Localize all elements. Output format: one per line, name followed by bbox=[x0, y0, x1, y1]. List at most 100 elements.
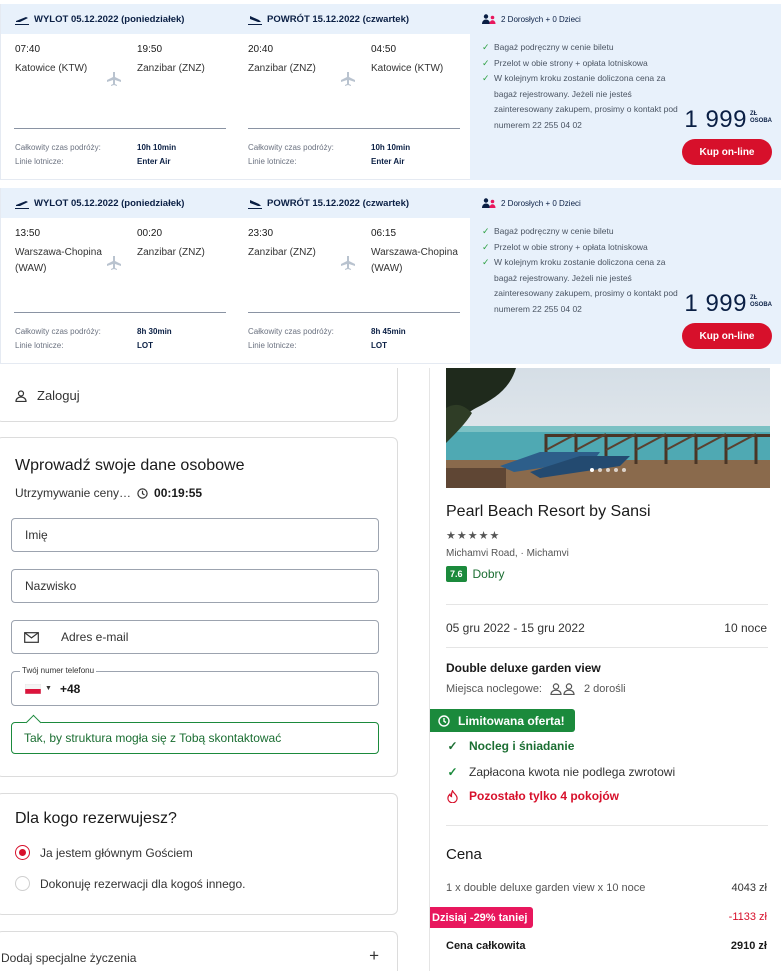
total-time-label: Całkowity czas podróży: bbox=[15, 143, 101, 152]
price-hold: Utrzymywanie ceny… 00:19:55 bbox=[15, 486, 202, 500]
last-name-input[interactable]: Nazwisko bbox=[11, 569, 379, 603]
out-departure-time: 13:50 bbox=[15, 228, 41, 239]
divider bbox=[446, 647, 768, 648]
return-label: POWRÓT 15.12.2022 (czwartek) bbox=[248, 198, 409, 209]
chevron-down-icon[interactable]: ▼ bbox=[45, 685, 52, 692]
out-airline: Enter Air bbox=[137, 157, 171, 166]
flight-offer-card: WYLOT 05.12.2022 (poniedziałek) POWRÓT 1… bbox=[0, 4, 781, 180]
check-icon: ✓ bbox=[482, 257, 490, 267]
room-type: Double deluxe garden view bbox=[446, 661, 601, 675]
login-panel: Zaloguj bbox=[0, 368, 398, 422]
feature-item: ✓ Przelot w obie strony + opłata lotnisko… bbox=[482, 240, 682, 256]
limited-offer-badge: Limitowana oferta! bbox=[430, 709, 575, 732]
hotel-address: Michamvi Road, · Michamvi bbox=[446, 548, 569, 559]
out-arrival-city: Zanzibar (ZNZ) bbox=[137, 247, 205, 258]
feature-item: ✓ W kolejnym kroku zostanie doliczona cen… bbox=[482, 255, 682, 317]
radio-checked-icon[interactable] bbox=[15, 845, 30, 860]
hotel-summary: Pearl Beach Resort by Sansi ★★★★★ Micham… bbox=[429, 368, 781, 971]
feature-list: ✓ Bagaż podręczny w cenie biletu ✓ Przelot… bbox=[482, 40, 682, 133]
price: 1 999 ZŁ OSOBA bbox=[684, 106, 772, 134]
check-icon: ✓ bbox=[447, 765, 458, 779]
email-input[interactable]: Adres e-mail bbox=[11, 620, 379, 654]
price-value: 1 999 bbox=[684, 106, 747, 133]
feature-item: ✓ Przelot w obie strony + opłata lotnisko… bbox=[482, 56, 682, 72]
login-link[interactable]: Zaloguj bbox=[15, 388, 80, 403]
section-title: Dla kogo rezerwujesz? bbox=[15, 810, 177, 827]
feature-item: ✓ Bagaż podręczny w cenie biletu bbox=[482, 224, 682, 240]
booking-for-section: Dla kogo rezerwujesz? Ja jestem głównym … bbox=[0, 793, 398, 915]
outbound-date: WYLOT 05.12.2022 (poniedziałek) bbox=[34, 198, 185, 209]
airline-label: Linie lotnicze: bbox=[15, 341, 64, 350]
stay-nights: 10 noce bbox=[724, 621, 767, 635]
hotel-photo[interactable] bbox=[446, 368, 770, 488]
price-unit: ZŁ OSOBA bbox=[749, 295, 772, 308]
offer-summary: 2 Dorosłych + 0 Dzieci ✓ Bagaż podręczny … bbox=[470, 188, 781, 364]
price: 1 999 ZŁ OSOBA bbox=[684, 290, 772, 318]
personal-data-form: Wprowadź swoje dane osobowe Utrzymywanie… bbox=[0, 437, 398, 777]
plus-icon[interactable]: + bbox=[369, 946, 379, 966]
carousel-dot[interactable] bbox=[598, 468, 602, 472]
occupancy-value: 2 dorośli bbox=[584, 683, 626, 695]
carousel-dot[interactable] bbox=[622, 468, 626, 472]
out-departure-city: Katowice (KTW) bbox=[15, 63, 88, 74]
ret-departure-time: 20:40 bbox=[248, 44, 274, 55]
special-requests-toggle[interactable]: Dodaj specjalne życzenia + bbox=[0, 931, 398, 971]
check-icon: ✓ bbox=[482, 241, 490, 252]
special-requests-label: Dodaj specjalne życzenia bbox=[1, 951, 137, 965]
ret-departure-city: Zanzibar (ZNZ) bbox=[248, 63, 316, 74]
people-icon bbox=[550, 683, 575, 695]
outbound-label: WYLOT 05.12.2022 (poniedziałek) bbox=[15, 198, 184, 209]
ret-airline: LOT bbox=[371, 341, 387, 350]
radio-other-guest[interactable]: Dokonuję rezerwacji dla kogoś innego. bbox=[15, 876, 245, 891]
occupancy-label: Miejsca noclegowe: bbox=[446, 683, 542, 695]
limited-offer-text: Limitowana oferta! bbox=[458, 713, 565, 728]
radio-label: Ja jestem głównym Gościem bbox=[40, 845, 193, 860]
airline-label: Linie lotnicze: bbox=[248, 341, 297, 350]
landing-icon bbox=[248, 15, 262, 25]
outbound-date: WYLOT 05.12.2022 (poniedziałek) bbox=[34, 14, 185, 25]
carousel-dot[interactable] bbox=[614, 468, 618, 472]
plane-icon bbox=[341, 72, 355, 86]
plane-icon bbox=[107, 256, 121, 270]
poland-flag-icon[interactable] bbox=[25, 683, 41, 694]
radio-main-guest[interactable]: Ja jestem głównym Gościem bbox=[15, 845, 193, 860]
takeoff-icon bbox=[15, 16, 29, 25]
envelope-icon bbox=[24, 631, 39, 643]
ret-duration: 8h 45min bbox=[371, 327, 406, 336]
clock-icon bbox=[438, 714, 450, 727]
carousel-dot[interactable] bbox=[606, 468, 610, 472]
buy-online-button[interactable]: Kup on-line bbox=[682, 323, 772, 349]
carousel-dots[interactable] bbox=[590, 468, 626, 472]
ret-arrival-city: Katowice (KTW) bbox=[371, 63, 444, 74]
out-arrival-time: 19:50 bbox=[137, 44, 163, 55]
first-name-input[interactable]: Imię bbox=[11, 518, 379, 552]
hotel-name: Pearl Beach Resort by Sansi bbox=[446, 503, 651, 520]
price-hold-label: Utrzymywanie ceny… bbox=[15, 486, 132, 500]
phone-input[interactable]: Twój numer telefonu ▼ +48 bbox=[11, 666, 379, 706]
total-time-label: Całkowity czas podróży: bbox=[248, 143, 334, 152]
landing-icon bbox=[248, 199, 262, 209]
passengers: 2 Dorosłych + 0 Dzieci bbox=[482, 198, 581, 208]
divider bbox=[248, 312, 460, 313]
total-time-label: Całkowity czas podróży: bbox=[15, 327, 101, 336]
section-title: Wprowadź swoje dane osobowe bbox=[15, 457, 245, 474]
login-label: Zaloguj bbox=[37, 388, 80, 403]
ret-arrival-time: 06:15 bbox=[371, 228, 397, 239]
divider bbox=[14, 312, 226, 313]
ret-duration: 10h 10min bbox=[371, 143, 411, 152]
out-arrival-city: Zanzibar (ZNZ) bbox=[137, 63, 205, 74]
flight-details: WYLOT 05.12.2022 (poniedziałek) POWRÓT 1… bbox=[0, 188, 470, 364]
carousel-dot[interactable] bbox=[590, 468, 594, 472]
buy-online-button[interactable]: Kup on-line bbox=[682, 139, 772, 165]
star-rating-icon: ★★★★★ bbox=[446, 530, 501, 542]
out-duration: 8h 30min bbox=[137, 327, 172, 336]
offer-summary: 2 Dorosłych + 0 Dzieci ✓ Bagaż podręczny … bbox=[470, 4, 781, 180]
out-departure-time: 07:40 bbox=[15, 44, 41, 55]
check-icon: ✓ bbox=[482, 226, 490, 236]
email-placeholder: Adres e-mail bbox=[61, 630, 129, 644]
radio-unchecked-icon[interactable] bbox=[15, 876, 30, 891]
perk-text: Zapłacona kwota nie podlega zwrotowi bbox=[469, 765, 676, 779]
return-label: POWRÓT 15.12.2022 (czwartek) bbox=[248, 14, 409, 25]
check-icon: ✓ bbox=[482, 73, 490, 83]
stay-dates: 05 gru 2022 - 15 gru 2022 bbox=[446, 621, 585, 635]
